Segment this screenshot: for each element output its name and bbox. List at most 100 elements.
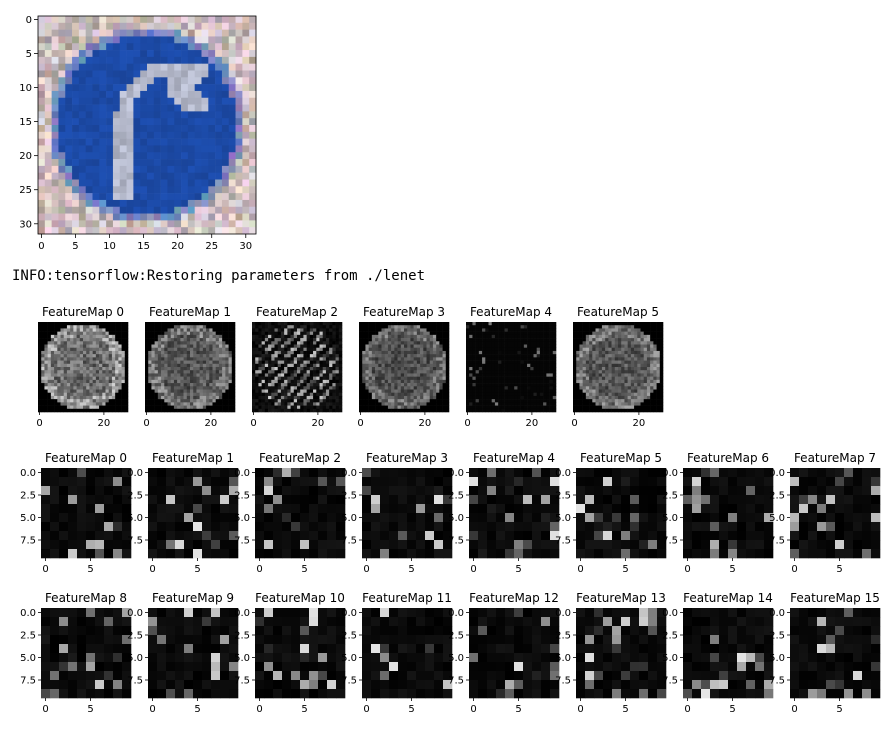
feature-map-cell <box>102 357 106 361</box>
feature-map-cell <box>436 377 440 381</box>
feature-map-cell <box>410 367 414 371</box>
feature-map-cell <box>410 361 414 365</box>
feature-map-cell <box>382 335 386 339</box>
feature-map-cell <box>77 348 81 352</box>
feature-map-cell <box>624 399 628 403</box>
feature-map-cell <box>168 406 172 410</box>
feature-map-cell <box>203 361 207 365</box>
feature-map-cell <box>417 373 421 377</box>
feature-map-cell <box>657 325 661 329</box>
feature-map-cell <box>576 325 580 329</box>
feature-map-cell <box>624 338 628 342</box>
feature-map-cell <box>631 370 635 374</box>
feature-map-cell <box>184 341 188 345</box>
feature-map-cell <box>550 393 554 397</box>
feature-map-cell <box>430 393 434 397</box>
feature-map-cell <box>307 402 311 406</box>
feature-map-cell <box>372 348 376 352</box>
feature-map-cell <box>615 370 619 374</box>
feature-map-cell <box>190 335 194 339</box>
feature-map-cell <box>439 390 443 394</box>
feature-map-cell <box>219 364 223 368</box>
feature-map-cell <box>125 380 129 384</box>
feature-map-cell <box>281 325 285 329</box>
feature-map-cell <box>320 396 324 400</box>
feature-map-cell <box>378 322 382 326</box>
feature-map-cell <box>196 357 200 361</box>
feature-map-cell <box>602 399 606 403</box>
feature-map-cell <box>122 348 126 352</box>
feature-map-cell <box>177 328 181 332</box>
feature-map-cell <box>391 370 395 374</box>
feature-map-cell <box>320 402 324 406</box>
feature-map-cell <box>492 354 496 358</box>
feature-map-cell <box>485 406 489 410</box>
feature-map-cell <box>650 399 654 403</box>
feature-map-cell <box>77 377 81 381</box>
feature-map-cell <box>439 351 443 355</box>
feature-map-cell <box>362 406 366 410</box>
feature-map-cell <box>472 370 476 374</box>
feature-map-cell <box>498 373 502 377</box>
feature-map-cell <box>294 364 298 368</box>
feature-map-cell <box>420 386 424 390</box>
feature-map-cell <box>265 364 269 368</box>
feature-map-cell <box>398 373 402 377</box>
feature-map-cell <box>196 380 200 384</box>
feature-map-cell <box>404 345 408 349</box>
feature-map-cell <box>489 361 493 365</box>
feature-map-cell <box>216 351 220 355</box>
feature-map-cell <box>118 325 122 329</box>
feature-map-cell <box>96 367 100 371</box>
feature-map-cell <box>320 335 324 339</box>
feature-map-cell <box>96 383 100 387</box>
feature-map-cell <box>118 406 122 410</box>
feature-map-cell <box>115 351 119 355</box>
feature-map-cell <box>303 390 307 394</box>
feature-map-cell <box>310 351 314 355</box>
feature-map-cell <box>307 373 311 377</box>
feature-map-cell <box>323 325 327 329</box>
feature-map-cell <box>631 332 635 336</box>
feature-map-cell <box>592 367 596 371</box>
feature-map-cell <box>320 325 324 329</box>
feature-map-cell <box>145 377 149 381</box>
feature-map-cell <box>83 409 87 413</box>
feature-map-cell <box>99 390 103 394</box>
feature-map-cell <box>336 361 340 365</box>
feature-map-cell <box>271 373 275 377</box>
feature-map-cell <box>95 504 104 513</box>
feature-map-cell <box>77 504 86 513</box>
feature-map-cell <box>359 402 363 406</box>
feature-map-cell <box>624 351 628 355</box>
feature-map-cell <box>637 377 641 381</box>
feature-map-cell <box>417 328 421 332</box>
feature-map-cell <box>427 364 431 368</box>
feature-map-cell <box>423 409 427 413</box>
feature-map-cell <box>61 335 65 339</box>
feature-map-cell <box>476 341 480 345</box>
feature-map-cell <box>410 332 414 336</box>
feature-map-cell <box>637 380 641 384</box>
feature-map-cell <box>388 386 392 390</box>
feature-map-cell <box>278 325 282 329</box>
feature-map-cell <box>423 383 427 387</box>
feature-map-cell <box>148 406 152 410</box>
feature-map-cell <box>543 399 547 403</box>
feature-map-cell <box>391 354 395 358</box>
feature-map-cell <box>118 357 122 361</box>
feature-map-cell <box>287 354 291 358</box>
feature-map-cell <box>492 383 496 387</box>
feature-map-cell <box>54 386 58 390</box>
feature-map-cell <box>284 328 288 332</box>
feature-map-cell <box>297 409 301 413</box>
feature-map-cell <box>184 354 188 358</box>
feature-map-cell <box>73 335 77 339</box>
feature-map-cell <box>365 341 369 345</box>
feature-map-cell <box>573 341 577 345</box>
feature-map-cell <box>125 393 129 397</box>
feature-map-cell <box>433 325 437 329</box>
feature-map-cell <box>579 402 583 406</box>
feature-map-cell <box>275 393 279 397</box>
feature-map-cell <box>187 354 191 358</box>
